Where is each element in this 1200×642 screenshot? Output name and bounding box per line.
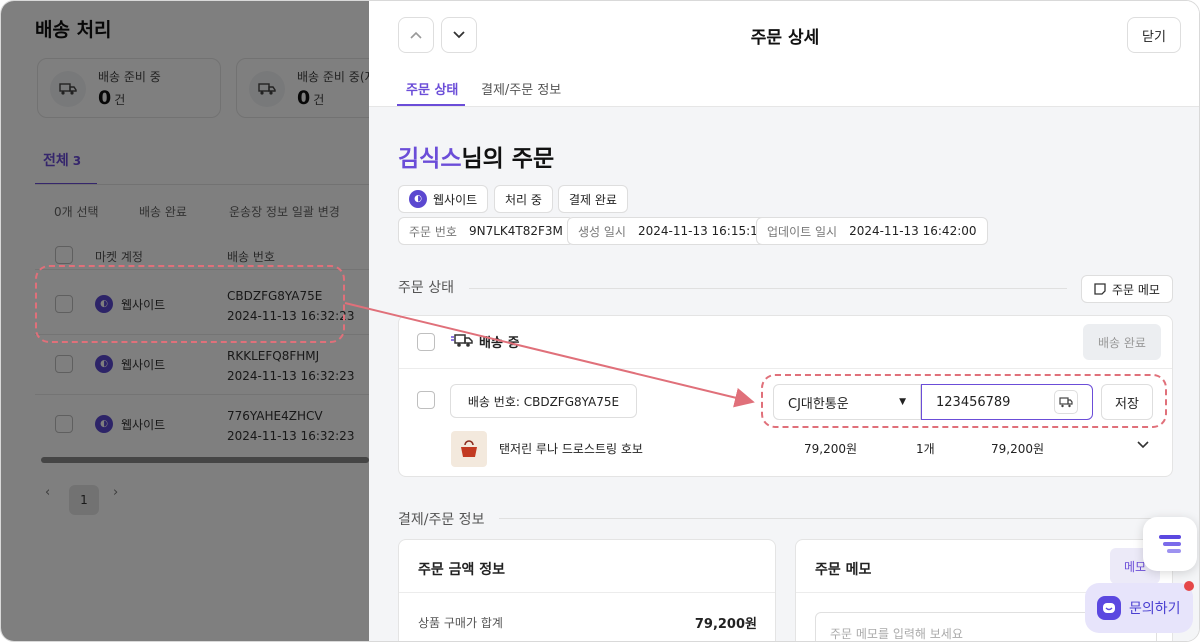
product-qty: 1개 [916, 442, 935, 456]
status-chip: 처리 중 [494, 185, 553, 213]
complete-shipping-button[interactable]: 배송 완료 [1083, 324, 1161, 360]
expand-chevron-icon[interactable] [1137, 438, 1149, 453]
shipping-group-checkbox[interactable] [417, 333, 435, 351]
close-button[interactable]: 닫기 [1127, 17, 1181, 53]
section-payment-info: 결제/주문 정보 [398, 512, 485, 528]
website-logo-icon: ◐ [409, 190, 427, 208]
highlight-source-row [35, 265, 345, 343]
divider [399, 368, 1172, 369]
menu-fab-button[interactable] [1143, 517, 1197, 571]
fast-truck-icon [451, 332, 473, 354]
created-at-chip: 생성 일시 2024-11-13 16:15:12 [567, 217, 777, 245]
divider [469, 288, 1067, 289]
divider [399, 592, 775, 593]
item-checkbox[interactable] [417, 391, 435, 409]
tab-payment-info[interactable]: 결제/주문 정보 [481, 79, 561, 98]
amount-info-box: 주문 금액 정보 상품 구매가 합계 79,200원 [398, 539, 776, 641]
memo-box-title: 주문 메모 [815, 562, 872, 578]
chat-label: 문의하기 [1129, 601, 1181, 617]
subtotal-value: 79,200원 [694, 617, 757, 632]
product-price: 79,200원 [804, 442, 858, 456]
divider [499, 518, 1173, 519]
inquiry-chat-button[interactable]: 문의하기 [1085, 583, 1193, 633]
panel-title: 주문 상세 [750, 28, 820, 48]
memo-icon [1094, 283, 1106, 295]
menu-lines-icon [1159, 535, 1181, 553]
app-frame: 배송 처리 배송 준비 중 0건 배송 준비 중(지 0건 전체3 0개 선택 … [0, 0, 1200, 642]
updated-at-chip: 업데이트 일시 2024-11-13 16:42:00 [756, 217, 988, 245]
notification-dot [1184, 581, 1194, 591]
shipping-status-label: 배송 중 [479, 336, 520, 351]
payment-chip: 결제 완료 [558, 185, 628, 213]
tab-indicator [397, 104, 465, 106]
product-name: 탠저린 루나 드로스트링 호보 [499, 442, 643, 456]
order-detail-panel: 주문 상세 닫기 주문 상태 결제/주문 정보 김식스님의 주문 ◐ 웹사이트 처… [369, 1, 1199, 641]
product-total: 79,200원 [991, 442, 1045, 456]
tab-order-status[interactable]: 주문 상태 [406, 79, 458, 98]
section-order-status: 주문 상태 [398, 280, 454, 296]
panel-header: 주문 상세 닫기 주문 상태 결제/주문 정보 [369, 1, 1199, 107]
order-title: 김식스님의 주문 [398, 146, 555, 172]
channel-chip: ◐ 웹사이트 [398, 185, 489, 213]
subtotal-label: 상품 구매가 합계 [418, 616, 503, 630]
chat-bubble-icon [1097, 596, 1121, 620]
product-thumbnail [451, 431, 487, 467]
shipping-number-box: 배송 번호: CBDZFG8YA75E [450, 384, 637, 418]
highlight-tracking-area [761, 374, 1167, 428]
amount-info-title: 주문 금액 정보 [418, 562, 506, 578]
order-memo-button[interactable]: 주문 메모 [1081, 275, 1173, 303]
order-number-chip: 주문 번호 9N7LK4T82F3M [398, 217, 574, 245]
